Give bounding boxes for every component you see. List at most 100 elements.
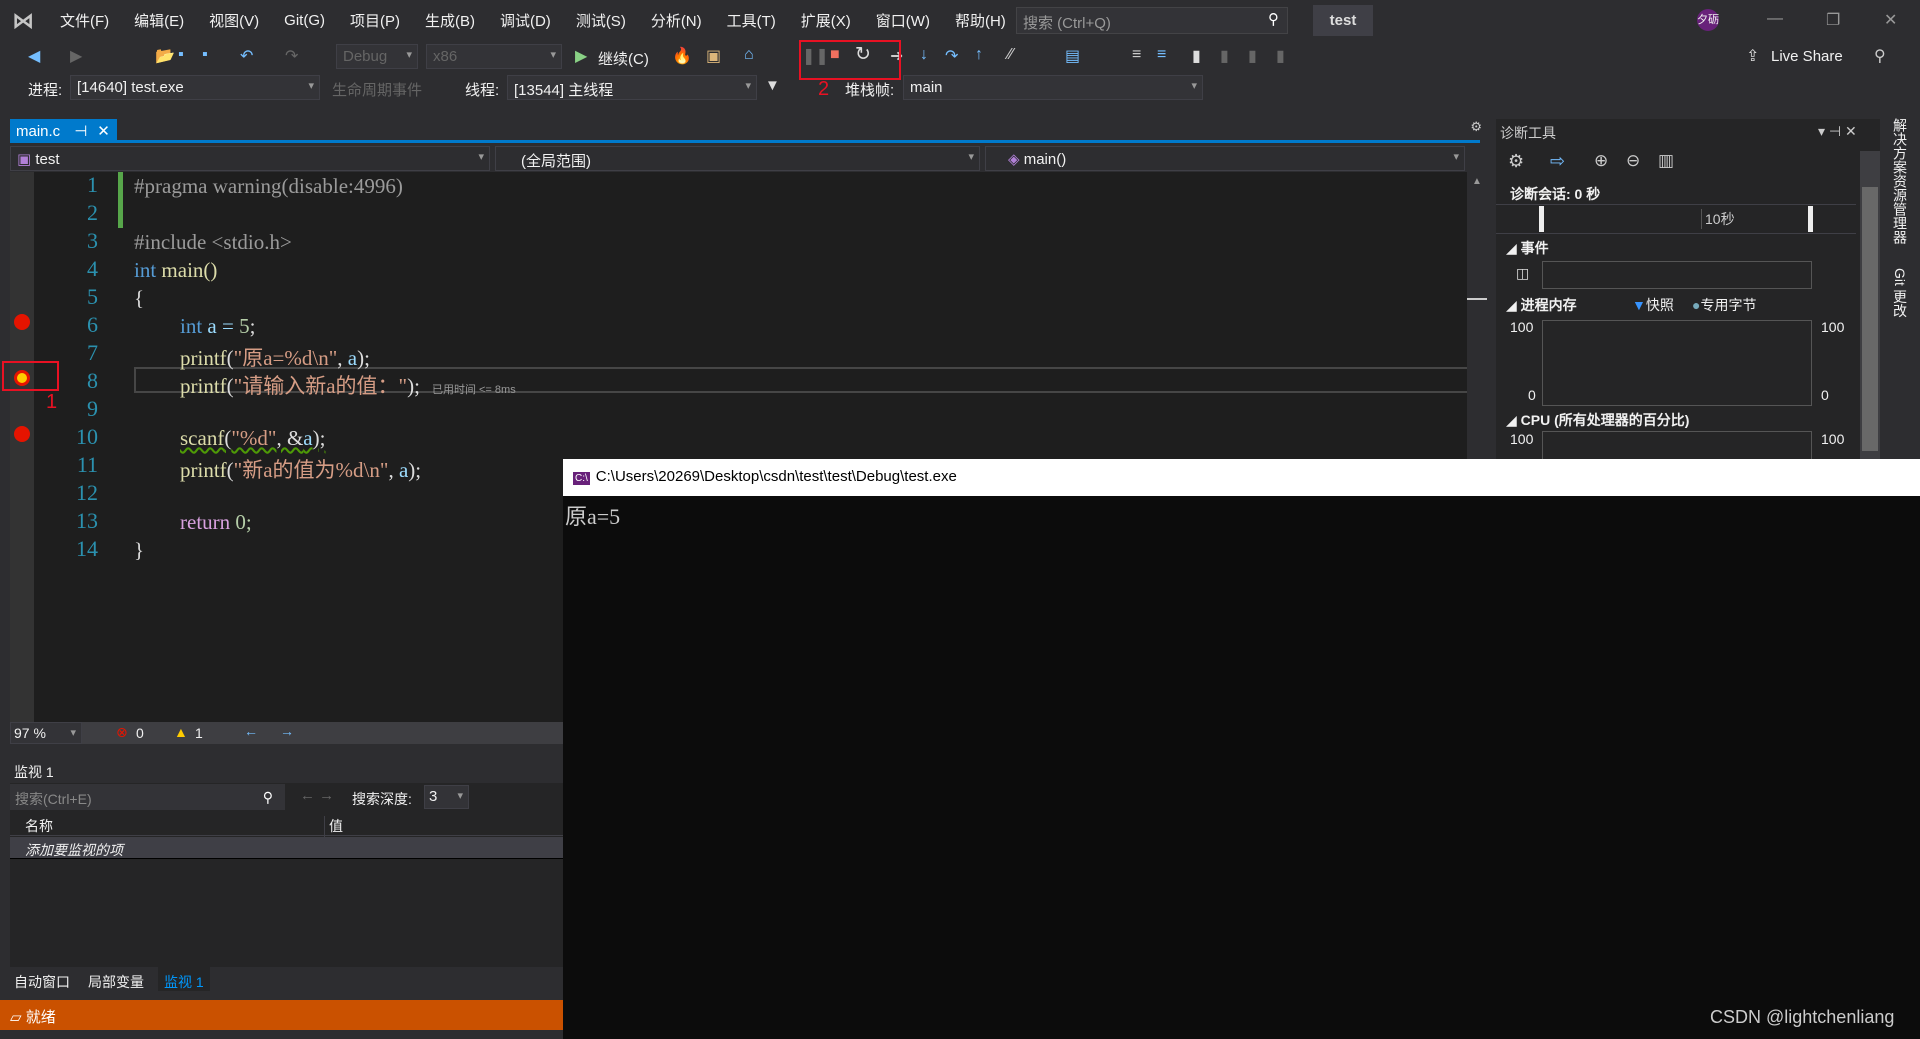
tab-autos[interactable]: 自动窗口: [14, 972, 70, 992]
console-title-bar[interactable]: C:\ C:\Users\20269\Desktop\csdn\test\test…: [563, 459, 1920, 496]
code-line-5: {: [134, 286, 145, 310]
watch-search-input[interactable]: 搜索(Ctrl+E) ⚲: [10, 784, 285, 810]
standard-toolbar: ◀ ▶ 📂 ▪ ▪ ↶ ↷ Debug x86 ▶ 继续(C) 🔥 ▣ ⌂ ❚❚…: [0, 42, 1920, 72]
live-share-icon[interactable]: ⇪: [1746, 46, 1759, 66]
continue-icon[interactable]: ▶: [575, 46, 587, 66]
lifecycle-events[interactable]: 生命周期事件: [332, 79, 422, 100]
undo-icon[interactable]: ↶: [240, 46, 253, 66]
memory-section[interactable]: ◢ 进程内存: [1506, 295, 1577, 315]
events-section[interactable]: ◢ 事件: [1506, 238, 1549, 258]
close-button[interactable]: ✕: [1884, 10, 1897, 30]
back-icon[interactable]: ◀: [28, 46, 40, 66]
function-dropdown[interactable]: ◈ main(): [985, 146, 1465, 171]
project-name: test: [35, 151, 60, 168]
menu-help[interactable]: 帮助(H): [955, 10, 1006, 31]
maximize-button[interactable]: ❐: [1826, 10, 1840, 30]
search-input[interactable]: 搜索 (Ctrl+Q) ⚲: [1016, 7, 1288, 34]
bookmark-icon[interactable]: ▮: [1192, 46, 1201, 66]
menu-tools[interactable]: 工具(T): [727, 10, 776, 31]
platform-dropdown[interactable]: x86: [426, 44, 562, 69]
stack-frame-dropdown[interactable]: main: [903, 75, 1203, 100]
menu-analyze[interactable]: 分析(N): [651, 10, 702, 31]
threads-icon[interactable]: ▤: [1065, 46, 1080, 66]
cpu-section[interactable]: ◢ CPU (所有处理器的百分比): [1506, 410, 1689, 430]
chart-icon[interactable]: ▥: [1658, 151, 1674, 171]
tab-watch-1[interactable]: 监视 1: [158, 967, 210, 991]
thread-dropdown[interactable]: [13544] 主线程: [507, 75, 757, 100]
timeline-ruler[interactable]: 10秒: [1496, 204, 1856, 234]
zoom-in-icon[interactable]: ⊕: [1594, 151, 1608, 171]
avatar[interactable]: 夕砺: [1697, 9, 1719, 31]
step-out-icon[interactable]: ↑: [975, 46, 983, 64]
continue-button[interactable]: 继续(C): [598, 48, 649, 69]
pause-events-icon[interactable]: ◫: [1516, 265, 1529, 282]
prev-bookmark-icon[interactable]: ▮: [1220, 46, 1229, 66]
redo-icon[interactable]: ↷: [285, 46, 298, 66]
open-folder-icon[interactable]: 📂: [155, 46, 175, 66]
add-watch-row[interactable]: 添加要监视的项: [10, 837, 563, 859]
menu-edit[interactable]: 编辑(E): [134, 10, 184, 31]
navigation-bar: ▣ test (全局范围) ◈ main(): [10, 146, 1475, 171]
tab-locals[interactable]: 局部变量: [88, 972, 144, 992]
diag-scrollbar[interactable]: [1860, 151, 1880, 459]
breakpoint-margin[interactable]: [10, 172, 34, 722]
warning-icon[interactable]: ▲: [174, 724, 188, 740]
search-depth-dropdown[interactable]: 3: [424, 785, 469, 809]
breakpoint-icon[interactable]: [14, 314, 30, 330]
menu-test[interactable]: 测试(S): [576, 10, 626, 31]
menu-build[interactable]: 生成(B): [425, 10, 475, 31]
console-window[interactable]: C:\ C:\Users\20269\Desktop\csdn\test\test…: [563, 459, 1920, 1039]
pin-icon[interactable]: ⊣: [74, 123, 87, 140]
filter-icon[interactable]: ▼: [765, 77, 780, 94]
step-over-icon[interactable]: ↷: [945, 46, 958, 66]
config-dropdown[interactable]: Debug: [336, 44, 418, 69]
prev-issue-icon[interactable]: ←: [244, 723, 258, 739]
screenshot-icon[interactable]: ⌂: [744, 46, 754, 64]
next-bookmark-icon[interactable]: ▮: [1248, 46, 1257, 66]
editor-tab-strip: main.c ⊣ ✕ ⚙: [10, 119, 1482, 143]
search-back-icon[interactable]: ← →: [300, 787, 334, 804]
forward-icon[interactable]: ▶: [70, 46, 82, 66]
code-line-1: #pragma warning(disable:4996): [134, 174, 403, 198]
memory-y-min-right: 0: [1821, 387, 1829, 403]
minimize-button[interactable]: —: [1767, 10, 1783, 28]
line-number: 14: [76, 536, 98, 561]
settings-icon[interactable]: ⚙: [1508, 151, 1524, 172]
side-tab-solution-explorer[interactable]: 解决方案资源管理器: [1890, 118, 1910, 244]
menu-debug[interactable]: 调试(D): [500, 10, 551, 31]
error-icon[interactable]: ⊗: [116, 724, 128, 741]
comment-icon[interactable]: ≡: [1132, 46, 1141, 64]
menu-git[interactable]: Git(G): [284, 12, 325, 29]
next-issue-icon[interactable]: →: [280, 723, 294, 739]
process-dropdown[interactable]: [14640] test.exe: [70, 75, 320, 100]
menu-project[interactable]: 项目(P): [350, 10, 400, 31]
side-tab-git-changes[interactable]: Git 更改: [1890, 268, 1910, 318]
uncomment-icon[interactable]: ≡: [1157, 46, 1166, 64]
breakpoint-icon[interactable]: [14, 426, 30, 442]
close-tab-icon[interactable]: ✕: [97, 123, 110, 140]
menu-extensions[interactable]: 扩展(X): [801, 10, 851, 31]
scope-dropdown[interactable]: (全局范围): [495, 146, 980, 171]
settings-icon[interactable]: ⚙: [1470, 119, 1482, 135]
hot-reload-icon[interactable]: 🔥: [672, 46, 692, 66]
error-count[interactable]: 0: [136, 725, 144, 741]
panel-menu-icon[interactable]: ▾ ⊣ ✕: [1818, 123, 1857, 140]
project-dropdown[interactable]: ▣ test: [10, 146, 490, 171]
step-into-icon[interactable]: ↓: [920, 46, 928, 64]
tab-main-c[interactable]: main.c ⊣ ✕: [10, 119, 117, 143]
export-icon[interactable]: ⇨: [1550, 151, 1565, 172]
save-icon[interactable]: ▪: [178, 46, 184, 64]
save-all-icon[interactable]: ▪: [202, 46, 208, 64]
menu-view[interactable]: 视图(V): [209, 10, 259, 31]
menu-file[interactable]: 文件(F): [60, 10, 109, 31]
zoom-dropdown[interactable]: 97 %: [10, 722, 82, 744]
search-depth-label: 搜索深度:: [352, 791, 412, 807]
feedback-icon[interactable]: ⚲: [1874, 46, 1886, 66]
clear-bookmarks-icon[interactable]: ▮: [1276, 46, 1285, 66]
hex-display-icon[interactable]: ⁄⁄: [1008, 46, 1013, 64]
warning-count[interactable]: 1: [195, 725, 203, 741]
find-file-icon[interactable]: ▣: [706, 46, 721, 66]
menu-window[interactable]: 窗口(W): [876, 10, 930, 31]
live-share-button[interactable]: Live Share: [1771, 48, 1843, 65]
zoom-out-icon[interactable]: ⊖: [1626, 151, 1640, 171]
